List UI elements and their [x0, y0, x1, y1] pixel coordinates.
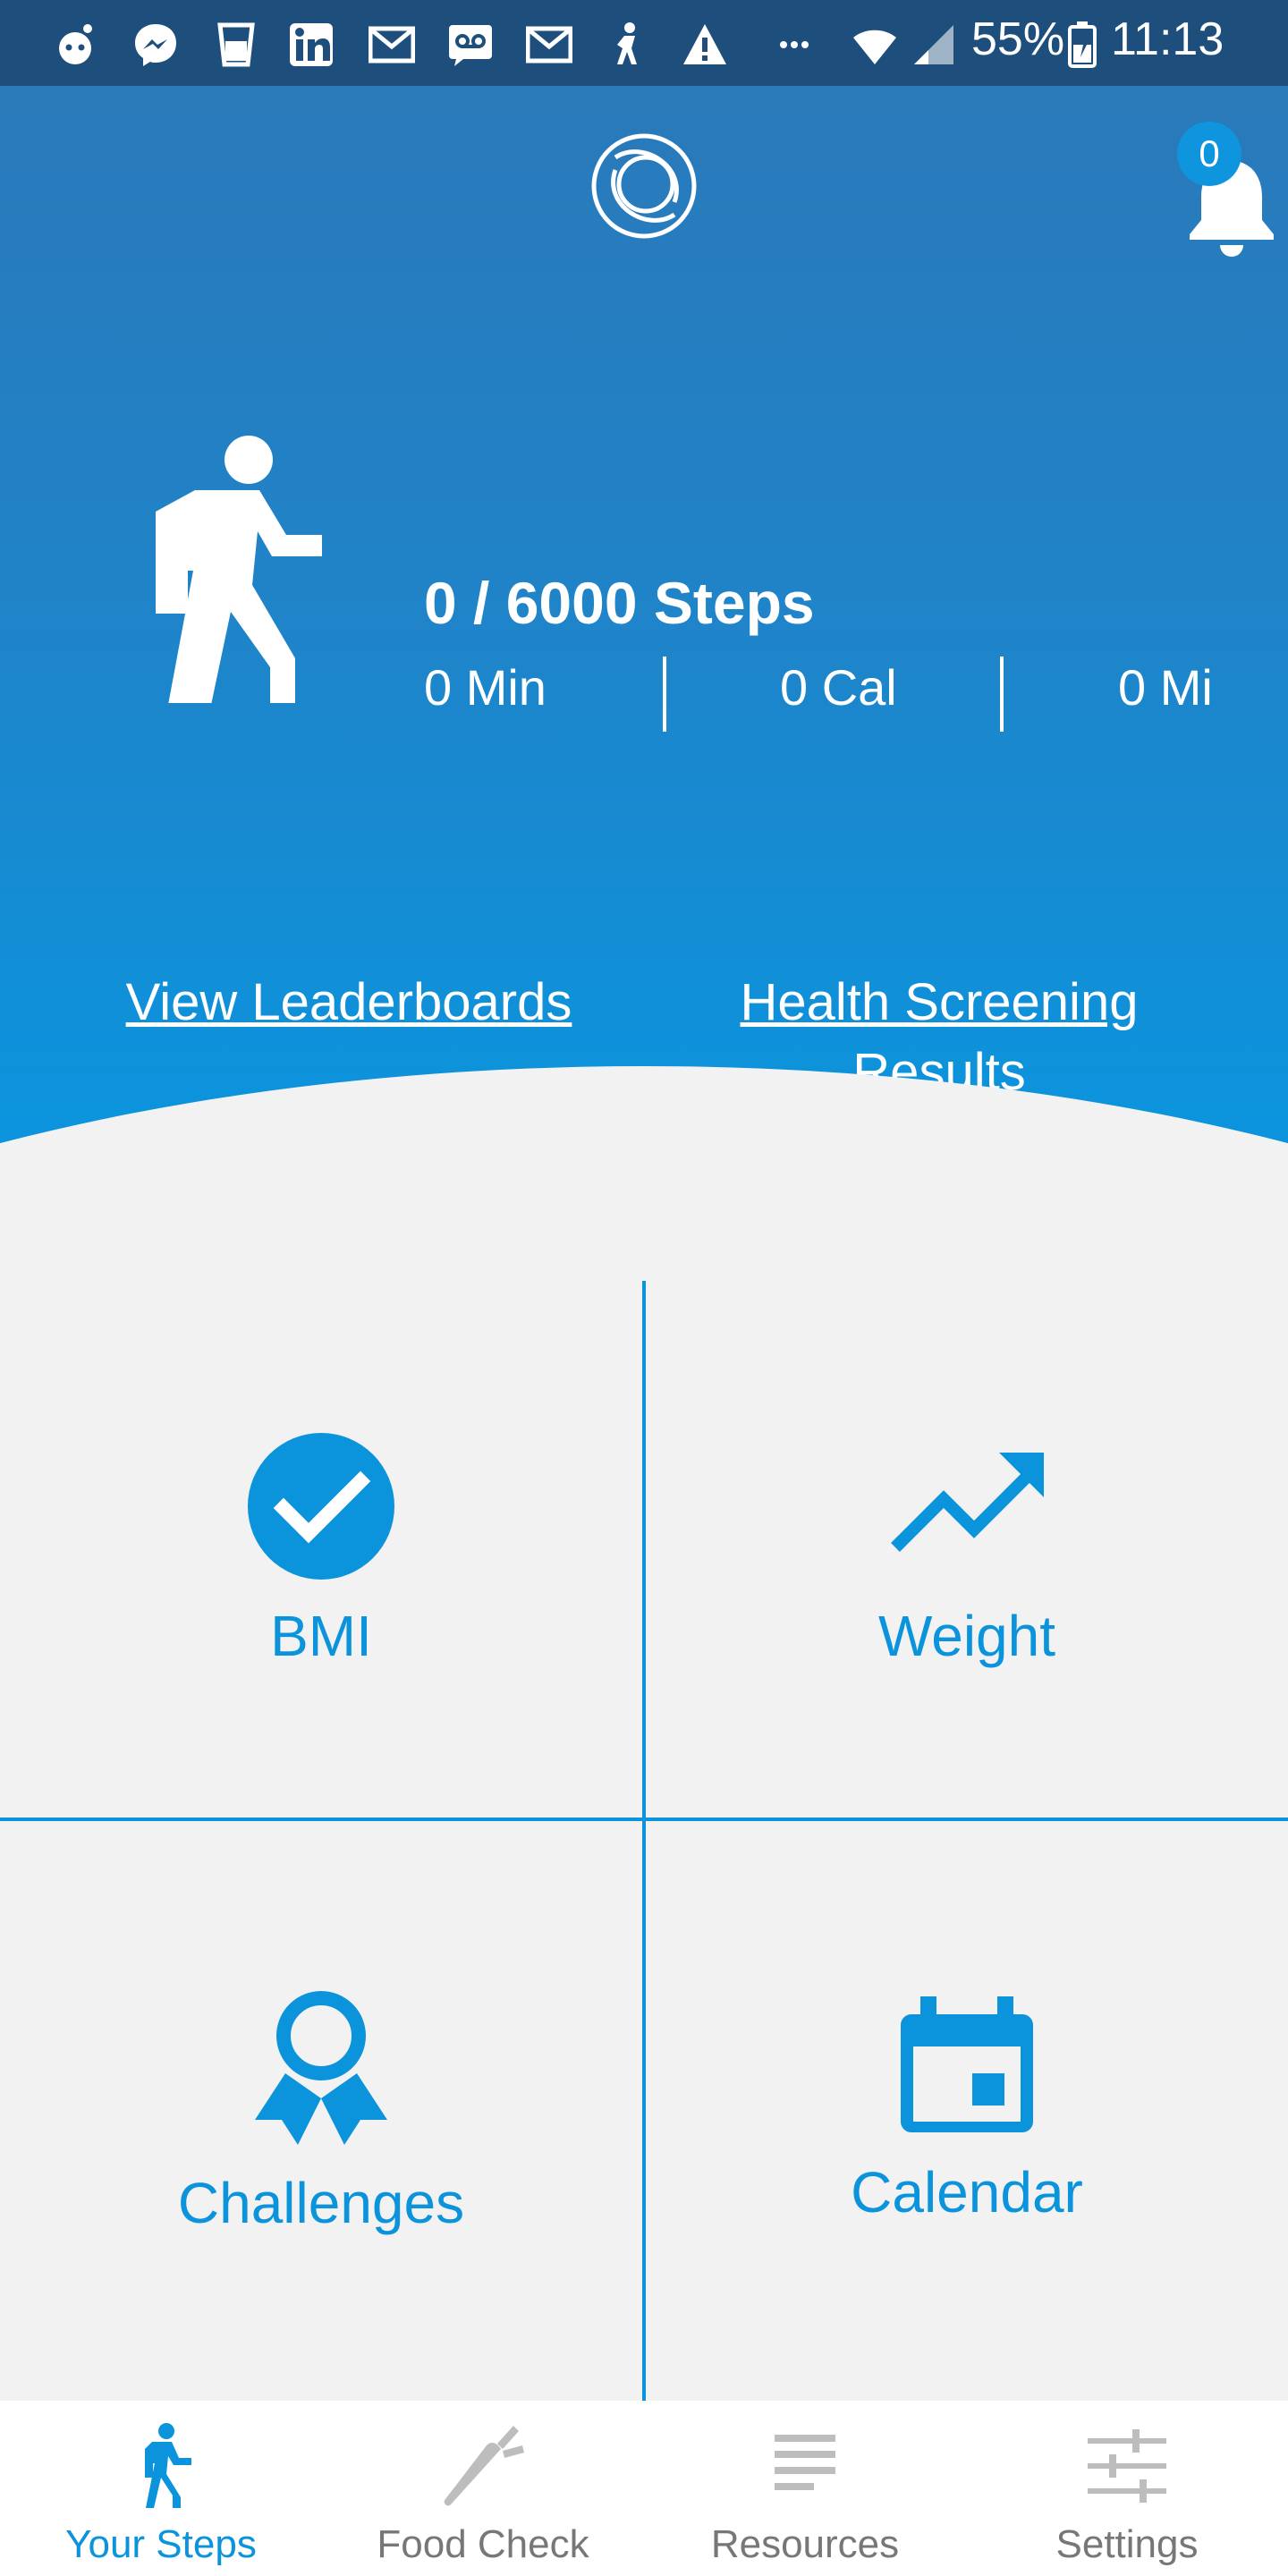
challenges-label: Challenges [177, 2171, 465, 2235]
calories-value: 0 Cal [780, 659, 897, 716]
challenges-tile[interactable]: Challenges [0, 1821, 642, 2401]
trend-up-icon [891, 1453, 1044, 1552]
nav-label: Food Check [377, 2522, 589, 2566]
voicemail-icon [449, 25, 492, 66]
notification-badge[interactable]: 0 [1177, 122, 1241, 186]
walker-icon [156, 436, 322, 703]
sliders-icon [1088, 2429, 1166, 2503]
calendar-label: Calendar [851, 2160, 1083, 2224]
nav-food-check[interactable]: Food Check [322, 2401, 644, 2576]
clock: 11:13 [1111, 13, 1224, 65]
ribbon-icon [255, 1991, 387, 2145]
nav-label: Your Steps [65, 2522, 257, 2566]
bmi-label: BMI [270, 1604, 372, 1668]
linkedin-icon [290, 23, 333, 66]
health-screening-line1: Health Screening [740, 973, 1139, 1031]
walker-icon [145, 2423, 191, 2508]
bmi-tile[interactable]: BMI [0, 1284, 642, 1818]
miles-value: 0 Mi [1118, 659, 1213, 716]
weight-tile[interactable]: Weight [646, 1284, 1288, 1818]
more-icon [780, 41, 809, 48]
battery-percent: 55% [971, 13, 1065, 65]
app-logo [591, 133, 697, 239]
list-icon [775, 2435, 835, 2490]
metric-divider [1000, 657, 1004, 732]
weight-label: Weight [877, 1604, 1056, 1668]
battery-icon [1068, 21, 1097, 68]
gmail-icon [369, 26, 415, 64]
nav-settings[interactable]: Settings [966, 2401, 1288, 2576]
calendar-icon [901, 1996, 1033, 2132]
wifi-icon [853, 30, 896, 64]
nav-your-steps[interactable]: Your Steps [0, 2401, 322, 2576]
steps-progress: 0 / 6000 Steps [424, 570, 815, 636]
minutes-value: 0 Min [424, 659, 547, 716]
check-circle-icon [248, 1433, 394, 1580]
nav-label: Resources [710, 2522, 900, 2566]
bottom-navigation: Your Steps Food Check Resources Settings [0, 2401, 1288, 2576]
figure-icon [617, 22, 637, 64]
cup-icon [217, 22, 255, 67]
calendar-tile[interactable]: Calendar [646, 1821, 1288, 2401]
status-bar: 55% 11:13 [0, 0, 1288, 86]
signal-icon [914, 25, 953, 64]
nav-label: Settings [1055, 2522, 1199, 2566]
carrot-icon [444, 2426, 524, 2506]
steps-summary-header: 0 0 / 6000 Steps 0 Min 0 Cal 0 Mi View L… [0, 86, 1288, 1284]
warning-icon [683, 24, 726, 64]
nav-resources[interactable]: Resources [644, 2401, 966, 2576]
gmail-icon [526, 26, 572, 64]
messenger-icon [135, 24, 176, 66]
reddit-icon [59, 24, 92, 64]
view-leaderboards-link[interactable]: View Leaderboards [89, 968, 608, 1038]
metric-divider [663, 657, 666, 732]
